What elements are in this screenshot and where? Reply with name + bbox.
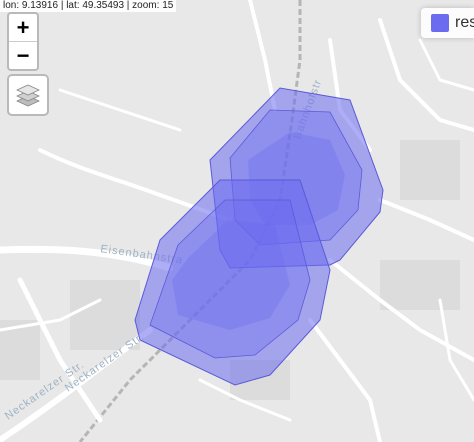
zoom-out-button[interactable]: − [9, 42, 37, 69]
zoom-control: + − [7, 12, 39, 71]
legend-swatch [431, 14, 449, 32]
zoom-in-button[interactable]: + [9, 14, 37, 42]
legend: res [421, 8, 474, 38]
layers-button[interactable] [7, 74, 49, 116]
map-svg[interactable]: Eisenbahnstra Neckarelzer Str. Neckarelz… [0, 0, 474, 442]
layers-icon [16, 84, 40, 107]
legend-label: res [455, 14, 474, 31]
coordinate-readout: lon: 9.13916 | lat: 49.35493 | zoom: 15 [0, 0, 177, 12]
map-canvas[interactable]: Eisenbahnstra Neckarelzer Str. Neckarelz… [0, 0, 474, 442]
